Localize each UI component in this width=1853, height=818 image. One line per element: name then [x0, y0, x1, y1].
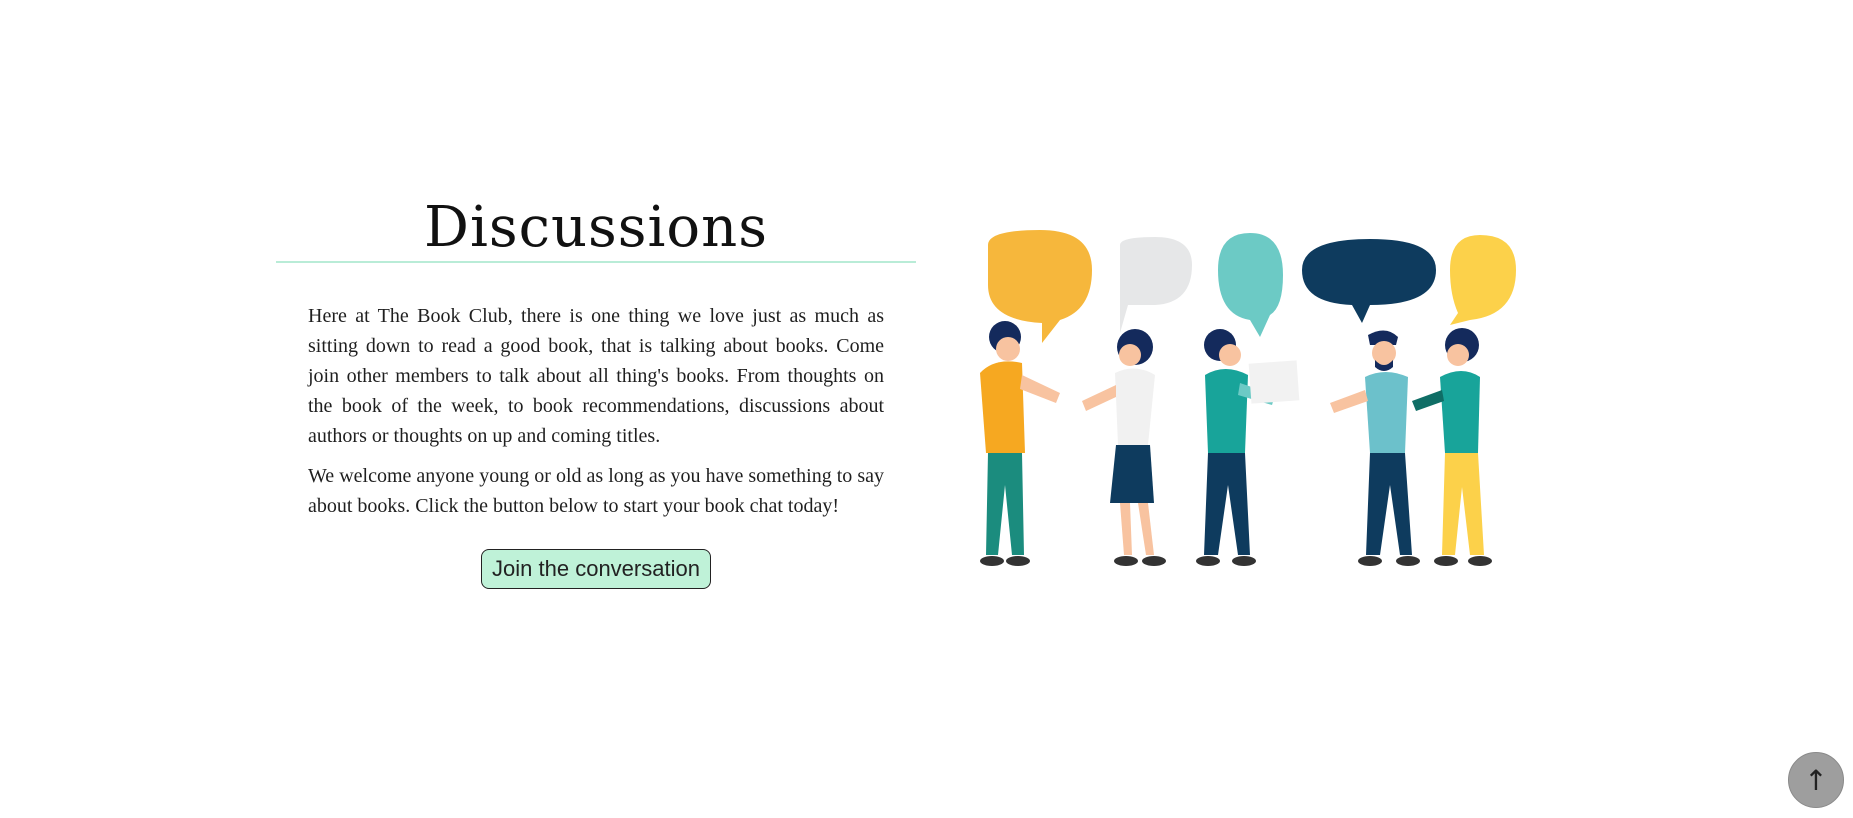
- speech-bubble-teal: [1218, 233, 1283, 337]
- discussions-text-column: Discussions Here at The Book Club, there…: [276, 195, 916, 589]
- page-title: Discussions: [424, 195, 768, 260]
- speech-bubble-navy: [1302, 239, 1436, 323]
- people-chatting-illustration: [980, 230, 1516, 566]
- person-orange-shirt: [980, 321, 1060, 566]
- title-divider: [276, 261, 916, 263]
- speech-bubble-gray: [1120, 237, 1192, 333]
- button-wrapper: Join the conversation: [276, 549, 916, 589]
- intro-paragraph: Here at The Book Club, there is one thin…: [308, 305, 884, 447]
- person-white-top: [1082, 329, 1166, 566]
- discussions-section: Discussions Here at The Book Club, there…: [0, 0, 1853, 818]
- person-light-teal-shirt: [1330, 330, 1420, 566]
- scroll-to-top-button[interactable]: ↑: [1788, 752, 1844, 808]
- arrow-up-icon: ↑: [1804, 763, 1828, 797]
- join-conversation-button[interactable]: Join the conversation: [481, 549, 711, 589]
- person-yellow-pants: [1412, 328, 1492, 566]
- person-teal-top: [1196, 329, 1300, 566]
- speech-bubble-yellow: [1450, 235, 1516, 325]
- welcome-paragraph: We welcome anyone young or old as long a…: [308, 465, 884, 517]
